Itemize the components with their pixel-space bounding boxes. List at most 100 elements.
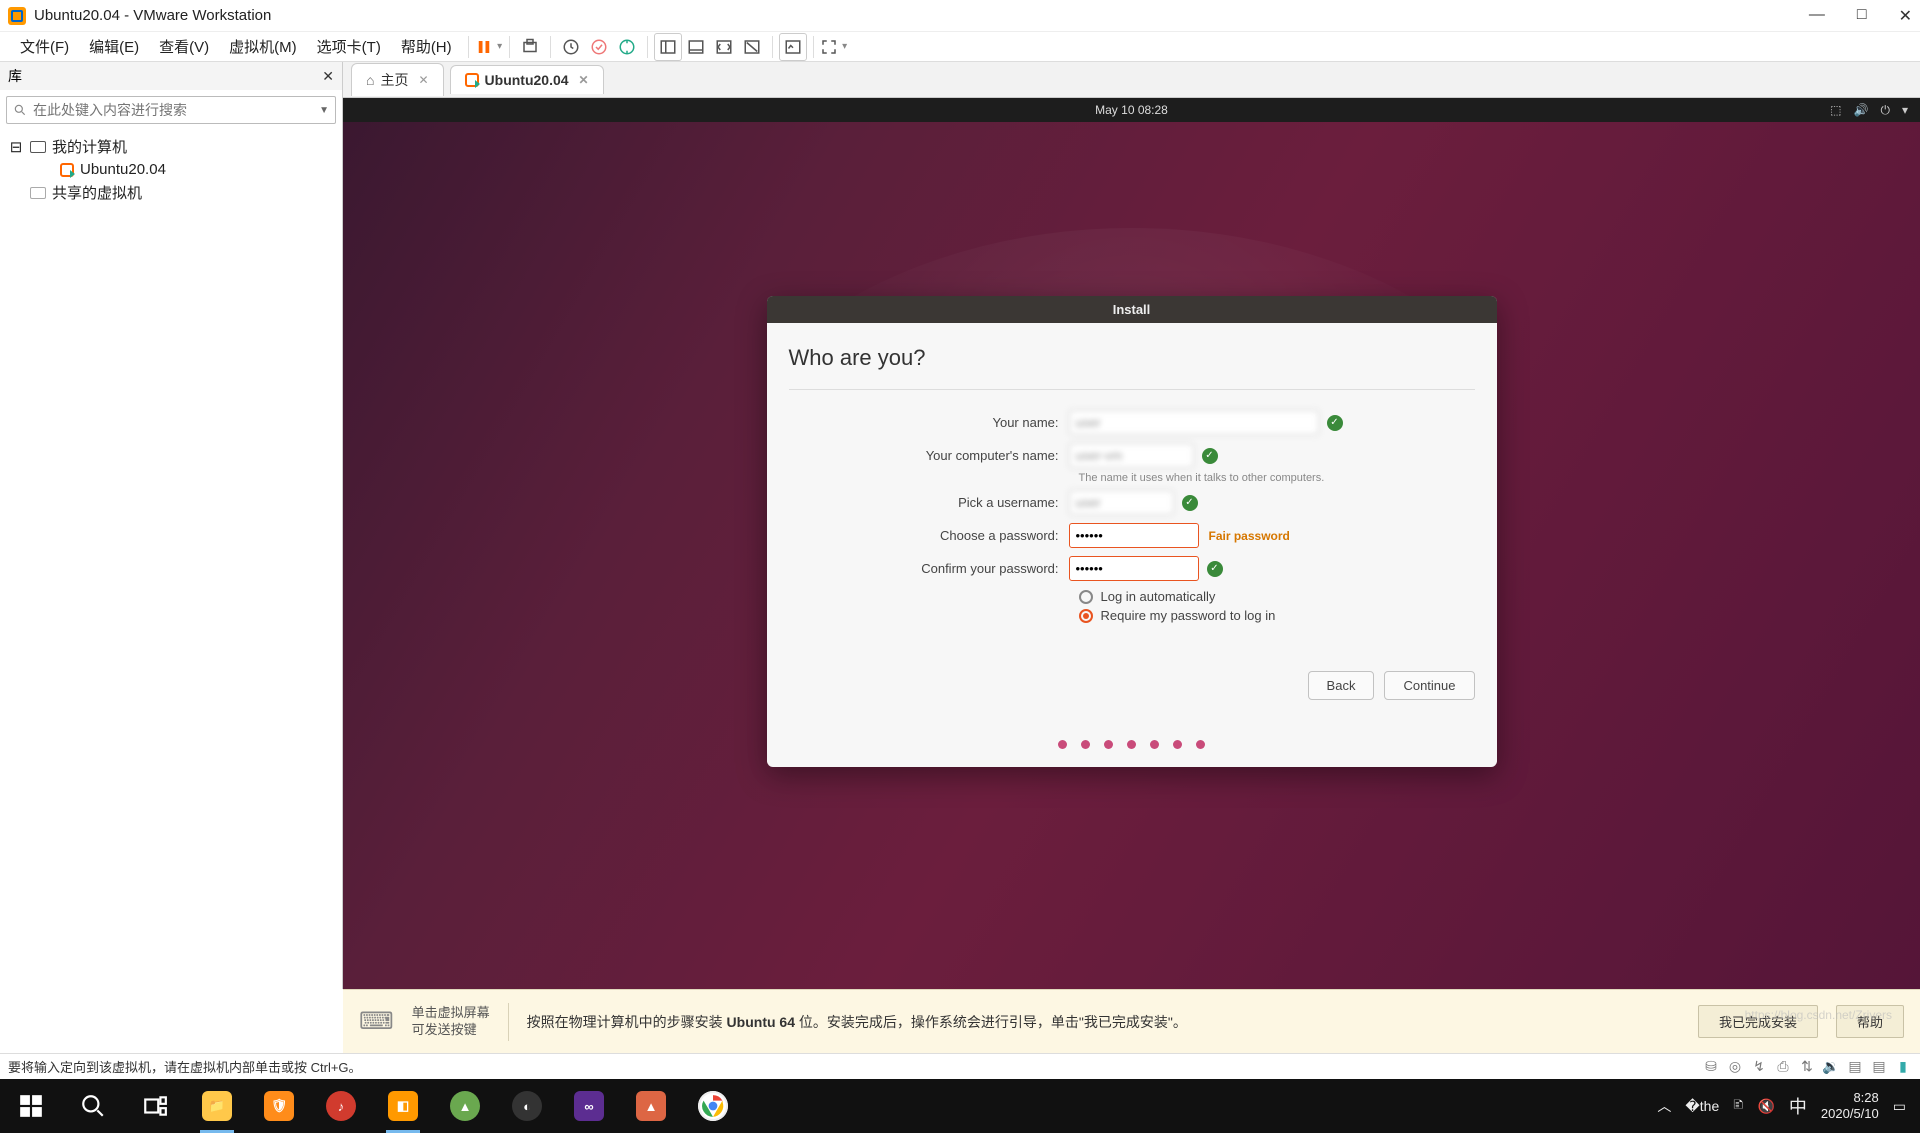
unity-button[interactable] [779,33,807,61]
chevron-down-icon[interactable]: ▾ [1902,103,1908,117]
network-adapter-icon[interactable]: ↯ [1750,1058,1768,1075]
password-strength: Fair password [1209,529,1290,543]
watermark: https://blog.csdn.net/Zrivers [1745,1008,1892,1022]
matlab-button[interactable]: ▲ [620,1079,682,1133]
disk-icon[interactable]: ⛁ [1702,1058,1720,1075]
hint-small: 单击虚拟屏幕可发送按键 [412,1005,490,1039]
close-button[interactable]: ✕ [1899,6,1912,26]
input-username[interactable] [1069,490,1174,515]
sound-icon[interactable]: 🔉 [1822,1058,1840,1075]
input-computer-name[interactable] [1069,443,1194,468]
maximize-button[interactable]: □ [1857,6,1867,26]
notifications-icon[interactable]: ▭ [1893,1098,1906,1115]
menu-tabs[interactable]: 选项卡(T) [307,32,391,61]
vm-viewport[interactable]: May 10 08:28 ⬚ 🔊 ⏻ ▾ Install Who are you… [343,98,1920,989]
input-your-name[interactable] [1069,410,1319,435]
wifi-icon[interactable]: �the [1685,1098,1719,1115]
check-icon: ✓ [1207,561,1223,577]
library-title: 库 [8,66,22,86]
home-icon: ⌂ [366,72,374,88]
computer-icon [30,141,46,153]
vmware-app-icon [8,7,26,25]
fullscreen-button[interactable] [820,33,848,61]
radio-icon [1079,609,1093,623]
search-dropdown-icon[interactable]: ▼ [319,105,329,116]
take-snapshot-button[interactable] [613,33,641,61]
volume-mute-icon[interactable]: 🔇 [1757,1098,1774,1115]
minimize-button[interactable]: — [1809,6,1825,26]
file-explorer-button[interactable]: 📁 [186,1079,248,1133]
pause-vm-button[interactable] [475,33,503,61]
ubuntu-topbar: May 10 08:28 ⬚ 🔊 ⏻ ▾ [343,98,1920,122]
hdd2-icon[interactable]: ▤ [1870,1058,1888,1075]
vmware-taskbar-button[interactable]: ◧ [372,1079,434,1133]
library-search[interactable]: ▼ [6,96,336,124]
library-close-button[interactable]: ✕ [322,68,334,85]
view-stretch-button[interactable] [738,33,766,61]
library-tree: ⊟我的计算机 Ubuntu20.04 共享的虚拟机 [0,130,342,209]
hdd-icon[interactable]: ▤ [1846,1058,1864,1075]
library-panel: 库 ✕ ▼ ⊟我的计算机 Ubuntu20.04 共享的虚拟机 [0,62,343,989]
view-single-button[interactable] [654,33,682,61]
taskview-button[interactable] [124,1079,186,1133]
android-studio-button[interactable]: ▲ [434,1079,496,1133]
menu-edit[interactable]: 编辑(E) [79,32,149,61]
check-icon: ✓ [1202,448,1218,464]
installer-title: Install [767,296,1497,323]
usb-icon[interactable]: ⇅ [1798,1058,1816,1075]
check-icon: ✓ [1182,495,1198,511]
security-app-button[interactable]: 🛡 [248,1079,310,1133]
tab-close-icon[interactable]: ✕ [418,73,428,87]
input-confirm-password[interactable] [1069,556,1199,581]
status-bar: 要将输入定向到该虚拟机，请在虚拟机内部单击或按 Ctrl+G。 ⛁ ◎ ↯ ⎙ … [0,1053,1920,1079]
back-button[interactable]: Back [1308,671,1375,700]
tab-home[interactable]: ⌂ 主页 ✕ [351,63,444,96]
cd-icon[interactable]: ◎ [1726,1058,1744,1075]
battery-icon[interactable]: 🗈 [1733,1094,1743,1118]
revert-snapshot-button[interactable] [585,33,613,61]
windows-taskbar: 📁 🛡 ♪ ◧ ▲ ◐ ∞ ▲ ︿ �the 🗈 🔇 中 8:282020/5/… [0,1079,1920,1133]
menu-file[interactable]: 文件(F) [10,32,79,61]
menu-view[interactable]: 查看(V) [149,32,219,61]
printer-icon[interactable]: ⎙ [1774,1058,1792,1075]
search-icon [13,103,27,117]
music-app-button[interactable]: ♪ [310,1079,372,1133]
label-password: Choose a password: [789,528,1069,543]
label-confirm-password: Confirm your password: [789,561,1069,576]
tray-chevron-icon[interactable]: ︿ [1657,1096,1671,1116]
radio-require-password[interactable]: Require my password to log in [1079,608,1475,623]
tree-root[interactable]: ⊟我的计算机 [8,134,334,159]
snapshot-button[interactable] [516,33,544,61]
message-icon[interactable]: ▮ [1894,1058,1912,1075]
view-fit-button[interactable] [710,33,738,61]
volume-icon[interactable]: 🔊 [1854,103,1869,117]
library-search-input[interactable] [33,102,315,118]
status-text: 要将输入定向到该虚拟机，请在虚拟机内部单击或按 Ctrl+G。 [8,1057,362,1076]
power-icon[interactable]: ⏻ [1880,103,1890,118]
search-button[interactable] [62,1079,124,1133]
vm-icon [60,163,74,177]
chrome-button[interactable] [682,1079,744,1133]
network-icon[interactable]: ⬚ [1830,103,1841,117]
visual-studio-button[interactable]: ∞ [558,1079,620,1133]
ubuntu-clock: May 10 08:28 [1095,103,1168,117]
vm-icon [465,73,479,87]
snapshot-manager-button[interactable] [557,33,585,61]
input-password[interactable] [1069,523,1199,548]
tab-vm-ubuntu[interactable]: Ubuntu20.04 ✕ [450,65,604,94]
tree-vm-ubuntu[interactable]: Ubuntu20.04 [8,159,334,180]
view-console-button[interactable] [682,33,710,61]
start-button[interactable] [0,1079,62,1133]
tree-shared[interactable]: 共享的虚拟机 [8,180,334,205]
taskbar-clock[interactable]: 8:282020/5/10 [1821,1090,1879,1121]
tab-close-icon[interactable]: ✕ [579,73,589,87]
menu-help[interactable]: 帮助(H) [391,32,462,61]
check-icon: ✓ [1327,415,1343,431]
radio-login-auto[interactable]: Log in automatically [1079,589,1475,604]
installer-heading: Who are you? [789,345,1475,371]
menu-vm[interactable]: 虚拟机(M) [219,32,307,61]
eclipse-button[interactable]: ◐ [496,1079,558,1133]
ime-indicator[interactable]: 中 [1789,1093,1807,1119]
workspace-tabs: ⌂ 主页 ✕ Ubuntu20.04 ✕ [343,62,1920,98]
continue-button[interactable]: Continue [1384,671,1474,700]
